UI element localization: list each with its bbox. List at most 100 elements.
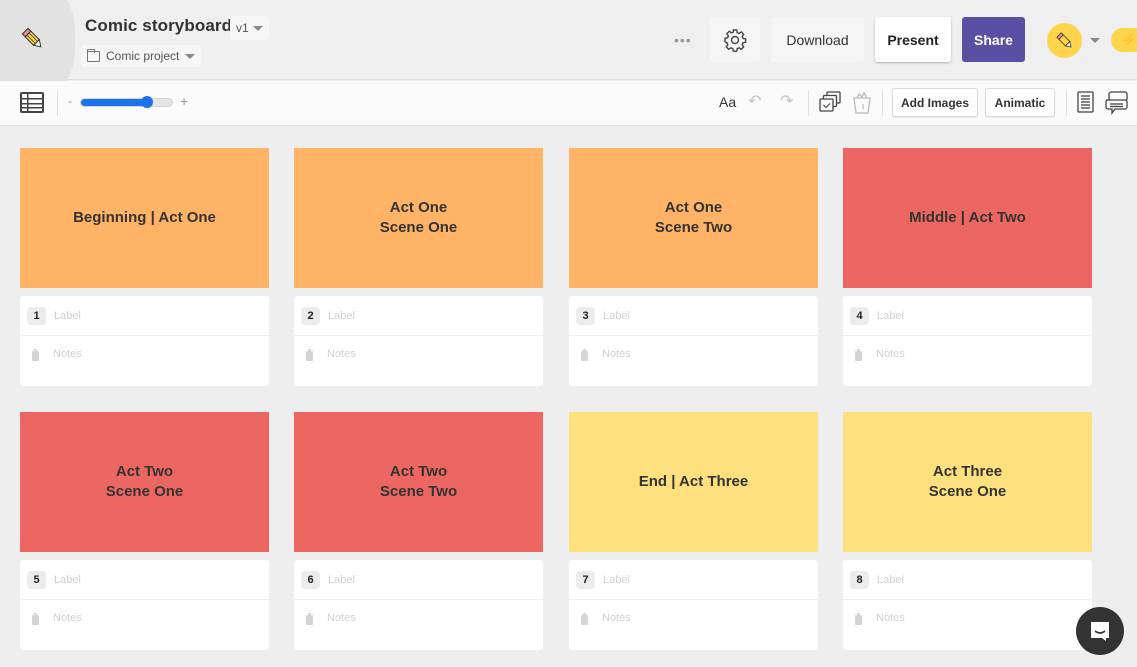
cell-image[interactable]: Act Three Scene One [843,412,1092,552]
cell-notes-row[interactable]: Notes [294,600,543,649]
cell-notes-input[interactable]: Notes [53,348,82,360]
storyboard-cell[interactable]: Act Three Scene One 8 Label Notes [843,412,1092,650]
toolbar-divider [1066,91,1067,116]
user-avatar[interactable] [1047,23,1082,58]
cell-image[interactable]: Act Two Scene Two [294,412,543,552]
cell-label-row[interactable]: 2 Label [294,296,543,336]
cell-label-input[interactable]: Label [54,310,81,322]
cell-number-badge: 8 [850,570,869,589]
cell-label-row[interactable]: 8 Label [843,560,1092,600]
cell-number-badge: 5 [27,570,46,589]
storyboard-cell[interactable]: Act Two Scene One 5 Label Notes [20,412,269,650]
duplicate-frames-icon[interactable] [818,91,842,115]
grid-view-icon[interactable] [20,92,44,113]
storyboard-cell[interactable]: Act One Scene Two 3 Label Notes [569,148,818,386]
download-button[interactable]: Download [771,17,864,62]
present-button[interactable]: Present [875,17,951,62]
cell-notes-input[interactable]: Notes [602,348,631,360]
chevron-down-icon [185,53,196,59]
cell-notes-input[interactable]: Notes [53,612,82,624]
storyboard-cell[interactable]: End | Act Three 7 Label Notes [569,412,818,650]
undo-icon[interactable]: ↶ [748,91,761,111]
cell-image[interactable]: Act One Scene One [294,148,543,288]
cell-label-row[interactable]: 5 Label [20,560,269,600]
cell-number-badge: 7 [576,570,595,589]
cell-notes-row[interactable]: Notes [294,336,543,385]
cell-notes-input[interactable]: Notes [602,612,631,624]
cell-image[interactable]: Middle | Act Two [843,148,1092,288]
zoom-slider-thumb[interactable] [140,96,153,108]
zoom-slider-fill [81,99,147,106]
cell-image[interactable]: Act One Scene Two [569,148,818,288]
cell-label-input[interactable]: Label [877,310,904,322]
cell-notes-input[interactable]: Notes [327,348,356,360]
delete-frame-icon[interactable] [851,91,873,115]
cell-notes-input[interactable]: Notes [327,612,356,624]
version-dropdown[interactable]: v1 [230,16,269,40]
pencil-icon [1055,31,1071,47]
cell-label-input[interactable]: Label [54,574,81,586]
cell-notes-input[interactable]: Notes [876,612,905,624]
clipboard-icon [855,613,862,625]
cell-label-input[interactable]: Label [877,574,904,586]
cell-label-row[interactable]: 3 Label [569,296,818,336]
storyboard-cell[interactable]: Act One Scene One 2 Label Notes [294,148,543,386]
storyboard-cell[interactable]: Middle | Act Two 4 Label Notes [843,148,1092,386]
cell-meta: 6 Label Notes [294,560,543,650]
pencil-logo-icon[interactable] [20,26,46,52]
cell-label-input[interactable]: Label [603,574,630,586]
cell-notes-row[interactable]: Notes [20,600,269,649]
clipboard-icon [581,613,588,625]
cell-image[interactable]: End | Act Three [569,412,818,552]
cell-notes-row[interactable]: Notes [569,600,818,649]
cell-label-row[interactable]: 6 Label [294,560,543,600]
project-dropdown[interactable]: Comic project [81,45,202,67]
clipboard-icon [306,613,313,625]
cell-label-input[interactable]: Label [328,310,355,322]
cell-image[interactable]: Beginning | Act One [20,148,269,288]
zoom-out-button[interactable]: - [68,94,72,108]
cell-meta: 8 Label Notes [843,560,1092,650]
animatic-button[interactable]: Animatic [985,88,1055,117]
font-settings-button[interactable]: Aa [719,94,736,110]
upgrade-badge[interactable]: ⚡ [1111,28,1137,52]
cell-meta: 3 Label Notes [569,296,818,386]
cell-label-row[interactable]: 1 Label [20,296,269,336]
storyboard-title[interactable]: Comic storyboard [85,16,232,36]
add-images-button[interactable]: Add Images [892,88,978,117]
cell-notes-row[interactable]: Notes [843,336,1092,385]
cell-meta: 4 Label Notes [843,296,1092,386]
cell-meta: 5 Label Notes [20,560,269,650]
cell-number-badge: 3 [576,306,595,325]
storyboard-cell[interactable]: Act Two Scene Two 6 Label Notes [294,412,543,650]
comments-icon[interactable] [1104,91,1130,115]
cell-notes-input[interactable]: Notes [876,348,905,360]
clipboard-icon [306,349,313,361]
zoom-slider[interactable] [80,96,173,108]
support-chat-button[interactable] [1076,607,1124,655]
zoom-in-button[interactable]: + [180,93,188,109]
cell-label-input[interactable]: Label [328,574,355,586]
cell-image[interactable]: Act Two Scene One [20,412,269,552]
clipboard-icon [32,349,39,361]
cell-number-badge: 4 [850,306,869,325]
project-label: Comic project [106,49,180,63]
redo-icon[interactable]: ↷ [780,91,793,111]
gear-icon [724,28,747,52]
cell-notes-row[interactable]: Notes [843,600,1092,649]
cell-meta: 2 Label Notes [294,296,543,386]
cell-notes-row[interactable]: Notes [20,336,269,385]
cell-label-input[interactable]: Label [603,310,630,322]
more-options-icon[interactable]: ••• [674,32,692,48]
storyboard-cell[interactable]: Beginning | Act One 1 Label Notes [20,148,269,386]
clipboard-icon [581,349,588,361]
account-menu-chevron-icon[interactable] [1090,38,1100,43]
toolbar-divider [57,91,58,116]
share-button[interactable]: Share [962,17,1025,62]
cell-label-row[interactable]: 7 Label [569,560,818,600]
cell-notes-row[interactable]: Notes [569,336,818,385]
document-view-icon[interactable] [1077,91,1094,113]
cell-label-row[interactable]: 4 Label [843,296,1092,336]
cell-number-badge: 2 [301,306,320,325]
settings-button[interactable] [710,17,760,62]
